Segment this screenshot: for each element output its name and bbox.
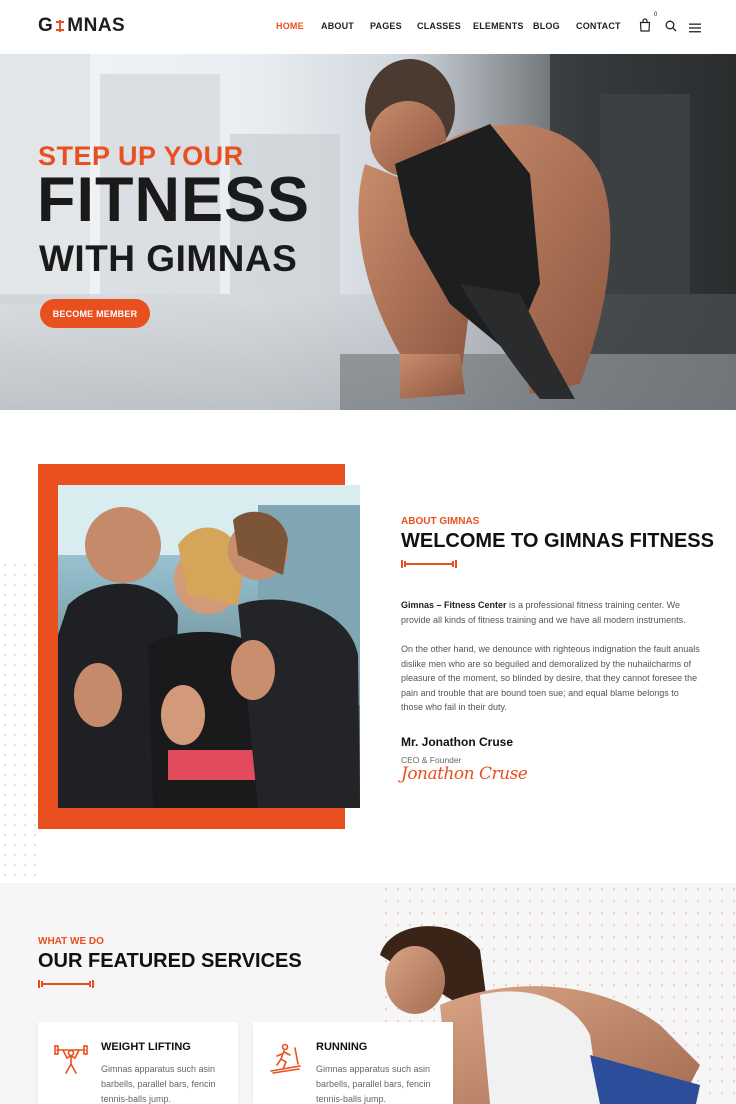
about-company-name: Gimnas – Fitness Center: [401, 600, 507, 610]
service-card-running[interactable]: RUNNING Gimnas apparatus such asin barbe…: [253, 1022, 453, 1104]
about-team-photo: [58, 485, 360, 808]
hero-athlete-image: [340, 54, 736, 410]
cart-count: 0: [654, 12, 658, 18]
nav-blog[interactable]: BLOG: [533, 21, 576, 31]
shopping-bag-icon[interactable]: 0: [639, 12, 657, 32]
decorative-dots: [0, 560, 40, 880]
hero-section: STEP UP YOUR FITNESS WITH GIMNAS BECOME …: [0, 54, 736, 410]
dumbbell-divider-icon: [38, 980, 94, 988]
logo-letters-mnas: MNAS: [67, 15, 126, 36]
nav-about[interactable]: ABOUT: [321, 21, 370, 31]
about-title: WELCOME TO GIMNAS FITNESS: [401, 530, 714, 552]
dumbbell-logo-icon: [54, 18, 66, 34]
nav-pages[interactable]: PAGES: [370, 21, 417, 31]
dumbbell-divider-icon: [401, 560, 457, 568]
service-title: RUNNING: [316, 1041, 368, 1053]
treadmill-runner-icon: [270, 1043, 301, 1074]
menu-icon[interactable]: [689, 20, 701, 33]
founder-name: Mr. Jonathon Cruse: [401, 735, 514, 749]
founder-signature: Jonathon Cruse: [401, 764, 528, 784]
services-title: OUR FEATURED SERVICES: [38, 950, 302, 972]
search-icon[interactable]: [665, 19, 677, 32]
nav-home[interactable]: HOME: [276, 21, 321, 31]
logo-letter-g: G: [38, 15, 54, 36]
nav-classes[interactable]: CLASSES: [417, 21, 473, 31]
nav-contact[interactable]: CONTACT: [576, 21, 621, 31]
hero-subtitle: WITH GIMNAS: [39, 238, 298, 279]
weightlifter-icon: [54, 1045, 88, 1074]
service-card-weight-lifting[interactable]: WEIGHT LIFTING Gimnas apparatus such asi…: [38, 1022, 238, 1104]
site-header: G MNAS HOME ABOUT PAGES CLASSES ELEMENTS…: [0, 0, 736, 54]
header-icons: 0: [639, 12, 701, 33]
services-subtitle: WHAT WE DO: [38, 936, 104, 947]
about-intro-paragraph: Gimnas – Fitness Center is a professiona…: [401, 598, 701, 628]
about-subtitle: ABOUT GIMNAS: [401, 516, 480, 527]
become-member-button[interactable]: BECOME MEMBER: [40, 299, 150, 328]
main-nav: HOME ABOUT PAGES CLASSES ELEMENTS BLOG C…: [276, 21, 621, 31]
service-description: Gimnas apparatus such asin barbells, par…: [101, 1064, 216, 1104]
logo[interactable]: G MNAS: [38, 15, 125, 37]
service-description: Gimnas apparatus such asin barbells, par…: [316, 1064, 431, 1104]
service-title: WEIGHT LIFTING: [101, 1041, 191, 1053]
hero-title: FITNESS: [37, 165, 311, 235]
about-body-paragraph: On the other hand, we denounce with righ…: [401, 644, 700, 712]
nav-elements[interactable]: ELEMENTS: [473, 21, 533, 31]
